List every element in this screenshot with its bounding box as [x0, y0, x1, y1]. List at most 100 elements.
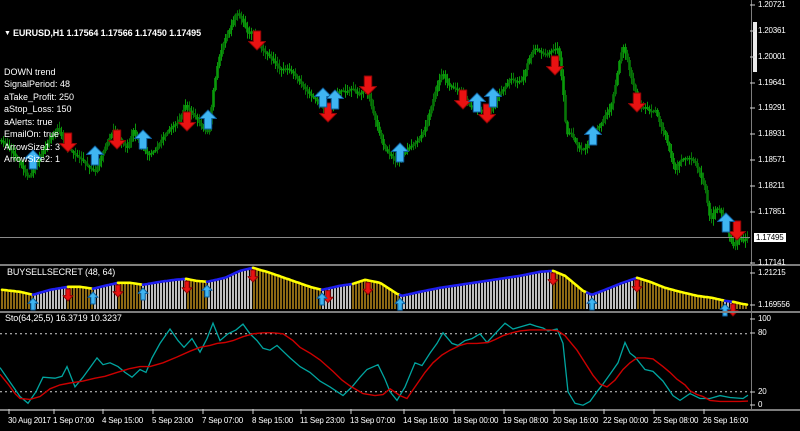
signal-histogram-bar — [736, 303, 738, 309]
candle-body — [216, 66, 219, 78]
indicator-param-line: DOWN trend — [4, 66, 56, 77]
signal-histogram-bar — [586, 293, 588, 309]
signal-histogram-bar — [544, 272, 546, 309]
signal-histogram-bar — [571, 282, 573, 309]
signal-histogram-bar — [538, 273, 540, 309]
signal-histogram-bar — [703, 297, 705, 309]
candle-body — [390, 153, 393, 157]
sto-k-line — [0, 321, 749, 406]
candle-body — [520, 80, 523, 82]
candle-body — [224, 38, 227, 44]
candle-body — [300, 81, 303, 84]
signal-histogram-bar — [109, 285, 111, 309]
candle-body — [316, 99, 319, 102]
candle-body — [678, 162, 681, 166]
signal-histogram-bar — [175, 280, 177, 309]
signal-histogram-bar — [268, 273, 270, 309]
candle-body — [666, 135, 669, 143]
signal-histogram-bar — [277, 276, 279, 309]
signal-histogram-bar — [406, 295, 408, 309]
signal-histogram-bar — [130, 284, 132, 309]
candle-body — [304, 86, 307, 90]
signal-histogram-bar — [418, 293, 420, 309]
candle-body — [632, 78, 635, 85]
candle-body — [522, 76, 525, 81]
signal-histogram-bar — [481, 282, 483, 309]
candle-body — [314, 97, 317, 100]
signal-histogram-bar — [124, 284, 126, 309]
signal-histogram-bar — [475, 283, 477, 309]
candle-body — [536, 48, 539, 50]
candle-body — [242, 18, 245, 23]
signal-histogram-bar — [61, 289, 63, 309]
signal-histogram-bar — [601, 292, 603, 309]
signal-histogram-bar — [673, 291, 675, 309]
candle-body — [222, 43, 225, 50]
candle-body — [220, 50, 223, 57]
candle-body — [704, 184, 707, 190]
candle-body — [524, 70, 527, 77]
signal-histogram-bar — [508, 278, 510, 309]
signal-histogram-bar — [577, 287, 579, 309]
candle-body — [430, 106, 433, 114]
signal-histogram-bar — [445, 288, 447, 309]
signal-histogram-bar — [682, 293, 684, 309]
candle-body — [268, 54, 271, 57]
signal-histogram-bar — [685, 294, 687, 309]
candle-body — [744, 238, 747, 241]
stochastic-panel-title: Sto(64,25,5) 16.3719 10.3237 — [5, 313, 122, 323]
signal-histogram-bar — [103, 287, 105, 310]
signal-histogram-bar — [337, 287, 339, 309]
signal-histogram-bar — [148, 284, 150, 309]
candle-body — [608, 109, 611, 113]
signal-histogram-bar — [133, 284, 135, 309]
candle-body — [424, 126, 427, 132]
candle-body — [530, 54, 533, 58]
candle-body — [610, 103, 613, 110]
signal-histogram-bar — [217, 280, 219, 309]
signal-histogram-bar — [343, 286, 345, 309]
candle-body — [602, 119, 605, 123]
signal-histogram-bar — [373, 282, 375, 309]
signal-histogram-bar — [460, 285, 462, 309]
signal-histogram-bar — [631, 280, 633, 309]
signal-histogram-bar — [676, 292, 678, 309]
candle-body — [670, 151, 673, 158]
candle-body — [570, 132, 573, 135]
signal-histogram-bar — [199, 282, 201, 309]
signal-histogram-bar — [220, 279, 222, 309]
signal-histogram-bar — [310, 288, 312, 310]
candle-body — [700, 172, 703, 178]
signal-histogram-bar — [487, 281, 489, 309]
signal-histogram-bar — [112, 285, 114, 309]
signal-histogram-bar — [505, 279, 507, 309]
candle-body — [214, 78, 217, 90]
signal-histogram-bar — [178, 280, 180, 309]
candle-body — [634, 84, 637, 92]
signal-histogram-bar — [196, 282, 198, 309]
signal-histogram-bar — [13, 292, 15, 309]
signal-histogram-bar — [235, 273, 237, 309]
signal-histogram-bar — [169, 281, 171, 309]
candle-body — [720, 209, 723, 214]
candle-body — [584, 148, 587, 150]
signal-histogram-bar — [16, 292, 18, 309]
signal-histogram-bar — [10, 292, 12, 309]
candle-body — [262, 48, 265, 51]
signal-histogram-bar — [58, 289, 60, 309]
signal-histogram-bar — [658, 286, 660, 309]
signal-histogram-bar — [298, 284, 300, 309]
signal-histogram-bar — [37, 294, 39, 309]
candle-body — [620, 52, 623, 62]
symbol-period-label: EURUSD,H1 — [12, 28, 65, 38]
candle-body — [606, 112, 609, 115]
signal-histogram-bar — [640, 280, 642, 309]
candle-body — [376, 120, 379, 127]
vertical-scrollbar[interactable] — [753, 22, 757, 72]
signal-histogram-bar — [181, 280, 183, 309]
signal-histogram-bar — [385, 287, 387, 309]
signal-histogram-bar — [691, 295, 693, 309]
signal-histogram-bar — [226, 278, 228, 309]
dropdown-triangle-icon[interactable]: ▼ — [4, 30, 11, 37]
symbol-line: ▼ EURUSD,H1 1.17564 1.17566 1.17450 1.174… — [4, 27, 201, 41]
